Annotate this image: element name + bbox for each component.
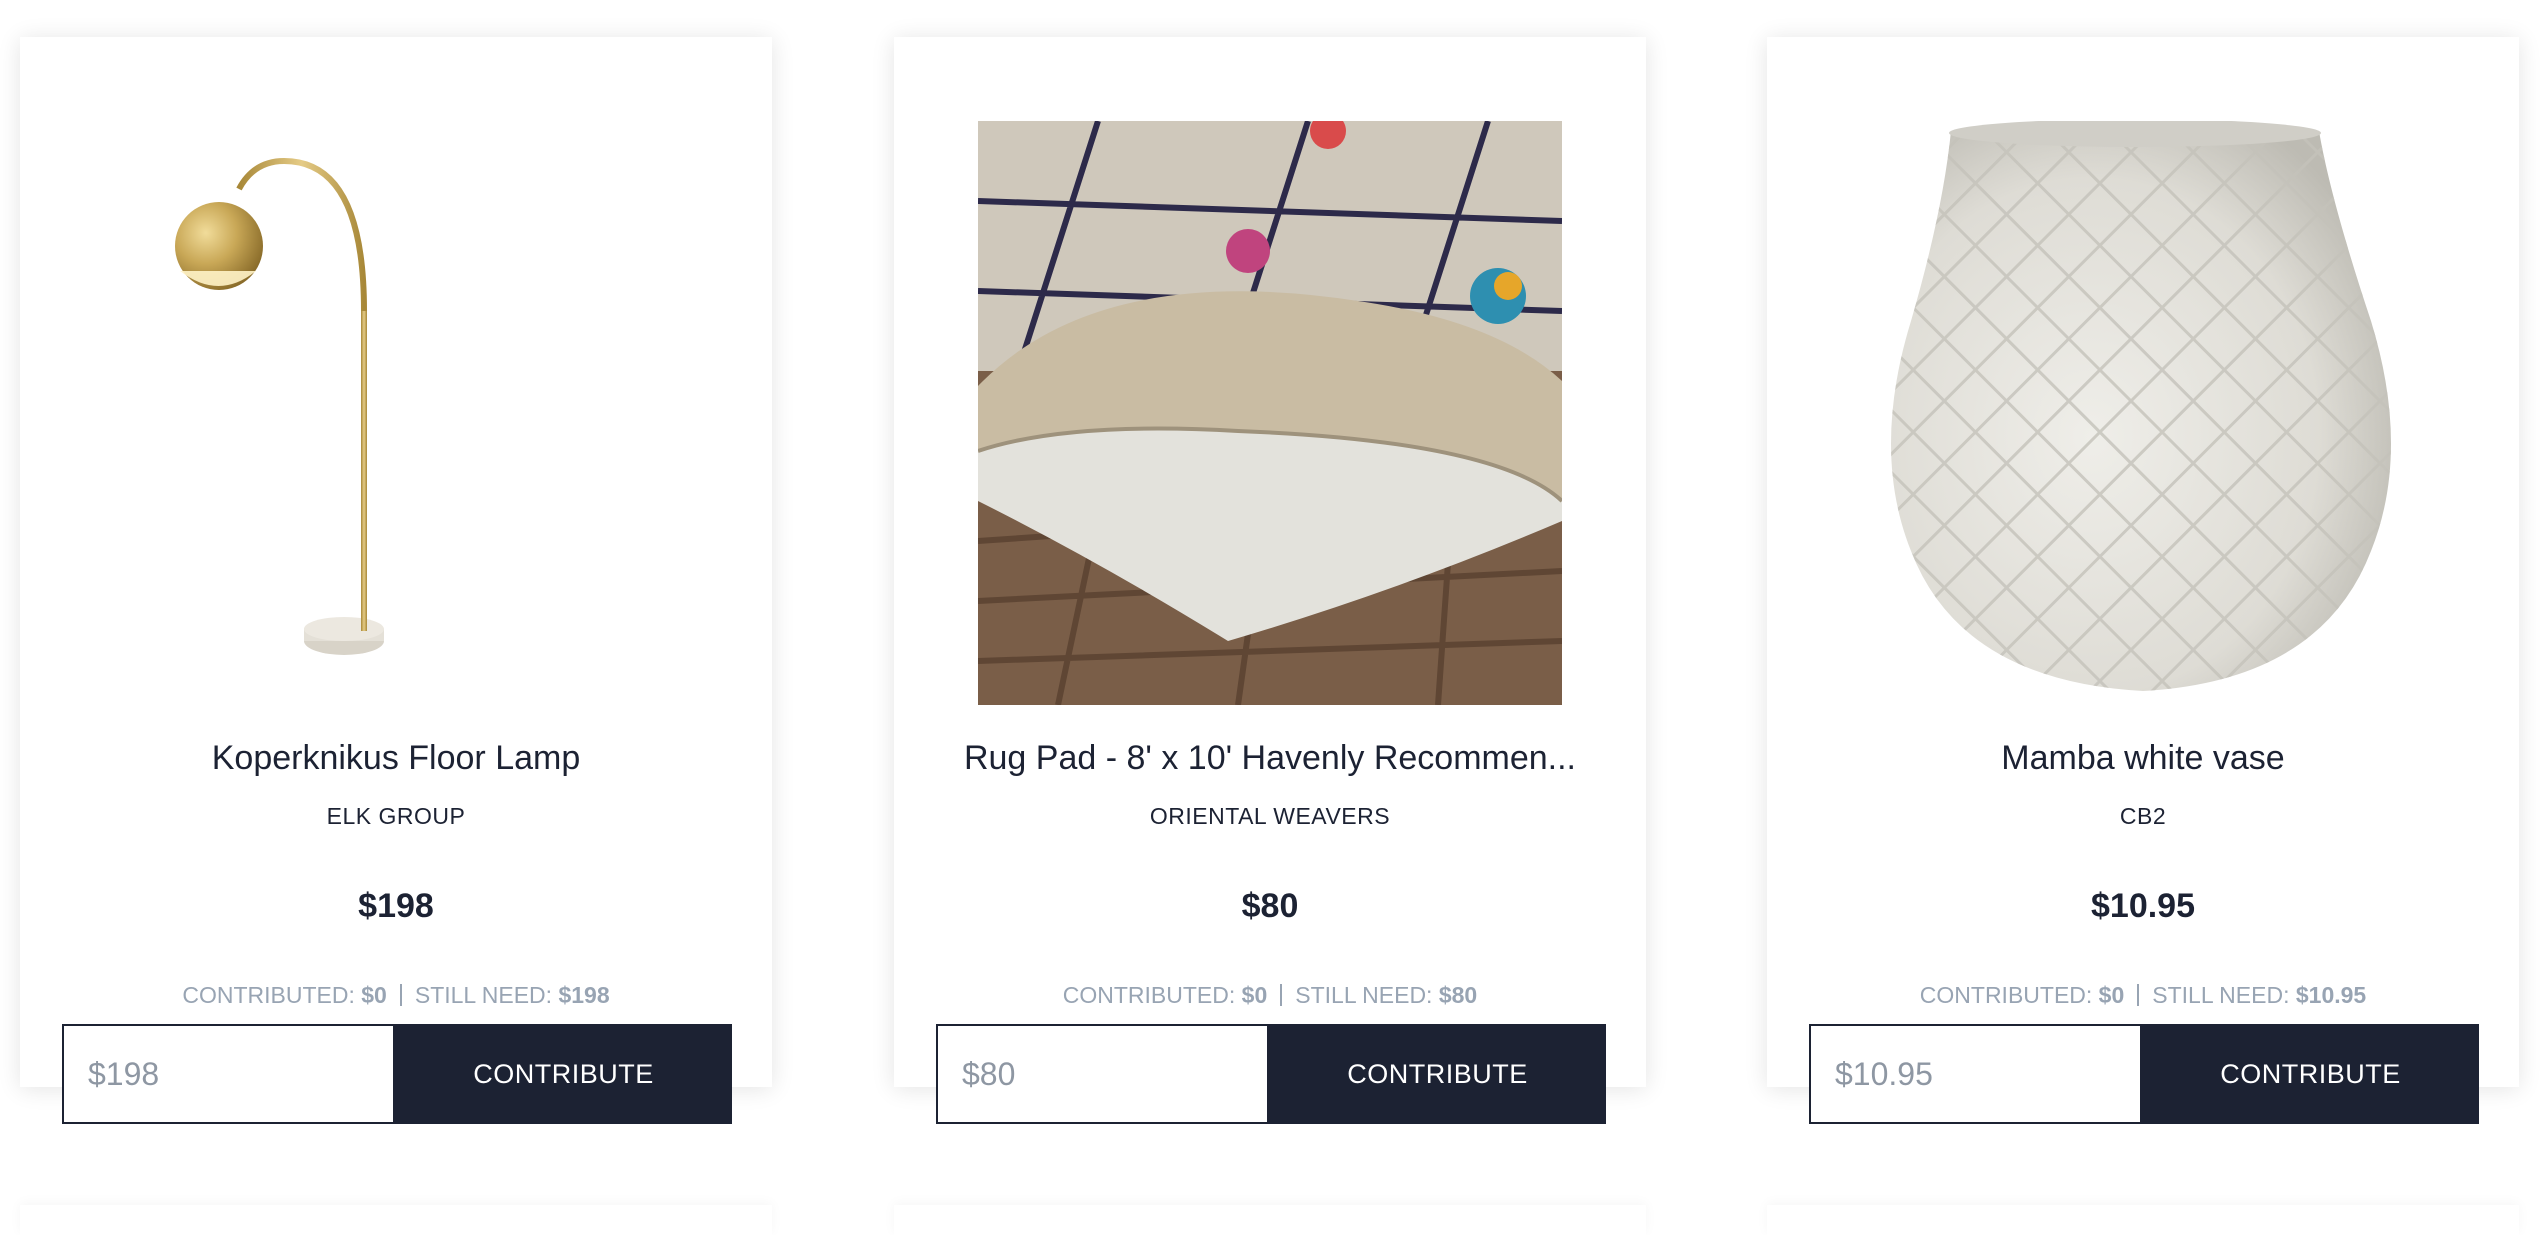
still-need-label: STILL NEED:: [1295, 982, 1433, 1008]
product-title[interactable]: Rug Pad - 8' x 10' Havenly Recommen...: [914, 739, 1626, 778]
product-title[interactable]: Koperknikus Floor Lamp: [40, 739, 752, 778]
contribute-button[interactable]: CONTRIBUTE: [2142, 1024, 2479, 1124]
rug-pad-image: [978, 121, 1562, 705]
contribution-status: CONTRIBUTED: $0 STILL NEED: $198: [20, 982, 772, 1009]
divider: [399, 984, 402, 1006]
product-brand: CB2: [2119, 803, 2167, 829]
amount-input[interactable]: [1809, 1024, 2142, 1124]
contribute-form: CONTRIBUTE: [936, 1024, 1606, 1124]
product-title[interactable]: Mamba white vase: [1787, 739, 2499, 778]
white-vase-image: [1891, 121, 2391, 691]
still-need-value: $80: [1438, 982, 1478, 1008]
amount-input[interactable]: [936, 1024, 1269, 1124]
product-image[interactable]: [978, 121, 1562, 705]
contributed-value: $0: [2098, 982, 2125, 1008]
product-price: $80: [1241, 887, 1299, 925]
still-need-label: STILL NEED:: [414, 982, 553, 1008]
product-card: Koperknikus Floor Lamp ELK GROUP $198 CO…: [20, 37, 772, 1087]
next-row-card-edge: [894, 1205, 1646, 1235]
still-need-value: $198: [558, 982, 610, 1008]
still-need-value: $10.95: [2295, 982, 2367, 1008]
floor-lamp-image: [175, 157, 384, 655]
contributed-value: $0: [1241, 982, 1268, 1008]
amount-input[interactable]: [62, 1024, 395, 1124]
contribution-status: CONTRIBUTED: $0 STILL NEED: $10.95: [1767, 982, 2519, 1009]
divider: [2137, 984, 2140, 1006]
contributed-label: CONTRIBUTED:: [1919, 982, 2093, 1008]
product-card: Mamba white vase CB2 $10.95 CONTRIBUTED:…: [1767, 37, 2519, 1087]
product-image[interactable]: [104, 121, 688, 705]
divider: [1280, 984, 1283, 1006]
contribute-form: CONTRIBUTE: [1809, 1024, 2479, 1124]
next-row-card-edge: [1767, 1205, 2519, 1235]
contribute-button[interactable]: CONTRIBUTE: [1269, 1024, 1606, 1124]
contribute-button[interactable]: CONTRIBUTE: [395, 1024, 732, 1124]
contribute-form: CONTRIBUTE: [62, 1024, 732, 1124]
still-need-label: STILL NEED:: [2152, 982, 2290, 1008]
product-card: Rug Pad - 8' x 10' Havenly Recommen... O…: [894, 37, 1646, 1087]
product-price: $198: [358, 887, 434, 925]
next-row-card-edge: [20, 1205, 772, 1235]
product-brand: ELK GROUP: [326, 803, 466, 829]
contribution-status: CONTRIBUTED: $0 STILL NEED: $80: [894, 982, 1646, 1009]
product-image[interactable]: [1851, 121, 2435, 705]
product-brand: ORIENTAL WEAVERS: [1149, 803, 1391, 829]
contributed-value: $0: [361, 982, 387, 1008]
product-price: $10.95: [2091, 887, 2195, 925]
contributed-label: CONTRIBUTED:: [182, 982, 355, 1008]
contributed-label: CONTRIBUTED:: [1062, 982, 1236, 1008]
